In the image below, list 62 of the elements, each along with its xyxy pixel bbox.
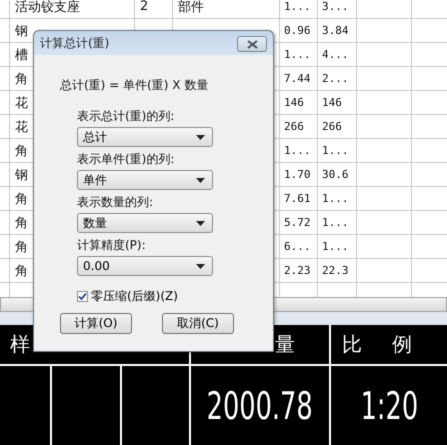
table-cell-text: 角 [15,262,28,280]
field-label: 计算精度(P): [77,237,147,254]
title-block-label: 样 [10,331,30,358]
dropdown-arrow-icon [196,220,205,226]
table-cell: 4... [322,48,348,61]
table-cell: 1... [284,0,310,13]
dropdown-arrow-icon [196,134,205,140]
table-cell: 1... [322,144,348,157]
dialog-title: 计算总计(重) [40,34,110,52]
dropdown[interactable]: 单件 [77,170,213,190]
table-cell-text: 角 [15,238,28,256]
table-cell: 6... [284,240,310,253]
formula-text: 总计(重) = 单件(重) X 数量 [60,77,210,94]
table-cell: 1... [284,48,310,61]
table-cell: 2 [140,0,148,14]
checkmark-icon [78,292,87,301]
table-cell-text: 钢 [15,22,28,40]
table-cell: 1.70 [284,168,310,181]
table-cell-text: 角 [15,70,28,88]
table-cell-text: 角 [15,190,28,208]
field-label: 表示总计(重)的列: [77,108,176,125]
dropdown[interactable]: 数量 [77,213,213,233]
table-cell: 1... [322,240,348,253]
table-cell-text: 花 [15,94,28,112]
scale-value: 1:20 [360,384,418,428]
close-button[interactable] [237,36,267,52]
table-cell: 1... [322,192,348,205]
table-cell: 3.84 [322,24,348,37]
weight-value: 2000.78 [207,384,313,428]
table-cell: 3... [322,0,348,13]
table-cell-text: 槽 [15,46,28,64]
dropdown[interactable]: 0.00 [77,256,213,276]
table-cell: 146 [322,96,342,109]
table-cell-text: 角 [15,214,28,232]
table-cell-text: 角 [15,142,28,160]
title-block-label: 量 [275,331,295,358]
table-cell: 0.96 [284,24,310,37]
table-cell: 7.61 [284,192,310,205]
checkbox[interactable] [77,291,88,302]
table-cell: 2... [322,72,348,85]
dialog-button[interactable]: 计算(O) [60,313,132,334]
dropdown-arrow-icon [196,178,205,182]
table-cell: 1... [322,216,348,229]
checkbox-label: 零压缩(后缀)(Z) [91,288,178,305]
table-cell: 22.3 [322,264,348,277]
table-cell: 5.72 [284,216,310,229]
table-cell-text: 钢 [15,166,28,184]
table-cell: 266 [322,120,342,133]
dropdown[interactable]: 总计 [77,127,213,147]
table-cell: 146 [284,96,304,109]
table-cell: 266 [284,120,304,133]
table-cell: 2.23 [284,264,310,277]
title-block-label: 比例 [341,331,442,358]
dropdown-arrow-icon [196,264,205,268]
table-cell-text: 花 [15,118,28,136]
table-cell: 7.44 [284,72,310,85]
field-label: 表示单件(重)的列: [77,151,176,168]
close-icon [246,40,258,48]
dialog-button[interactable]: 取消(C) [162,313,234,334]
field-label: 表示数量的列: [77,194,154,211]
table-cell: 1... [284,144,310,157]
table-cell: 30.6 [322,168,348,181]
